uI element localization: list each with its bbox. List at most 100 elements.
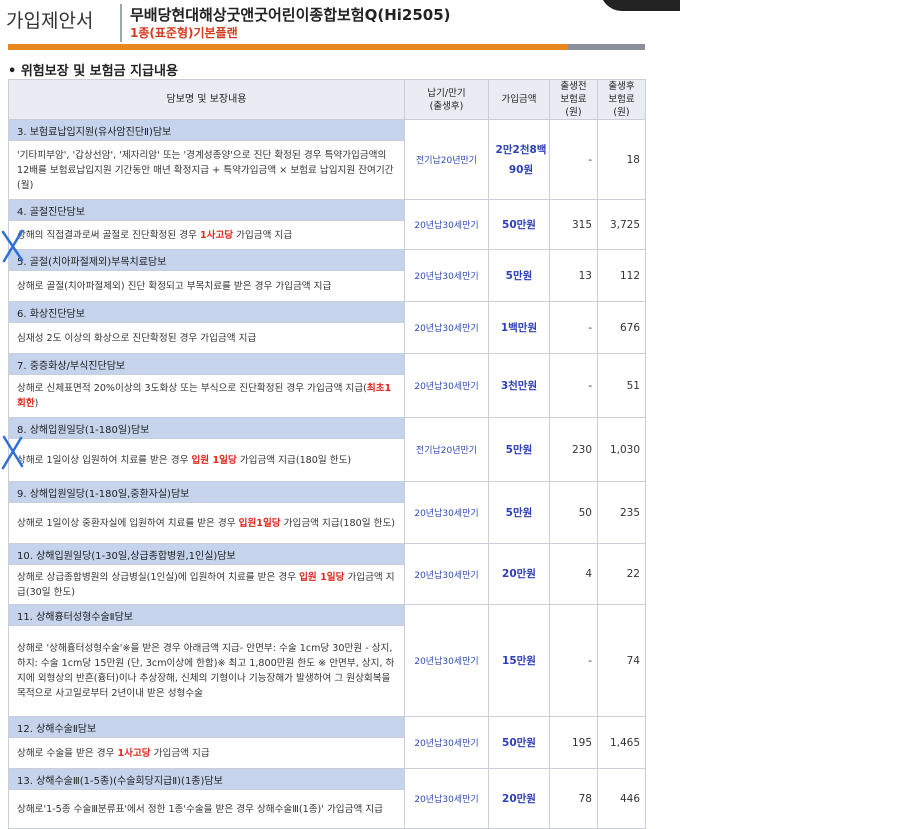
description-text: 상해로 '상해흉터성형수술'※을 받은 경우 아래금액 지급- 안면부: 수술 … xyxy=(17,643,395,699)
prebirth-premium: - xyxy=(549,301,598,354)
coverage-title: 3. 보험료납입지원(유사암진단Ⅱ)담보 xyxy=(8,119,405,141)
document-type-label: 가입제안서 xyxy=(6,10,94,32)
description-text: 가입금액 지급 xyxy=(150,747,210,759)
table-row: 12. 상해수술Ⅱ담보 20년납30세만기 50만원 195 1,465 xyxy=(8,716,646,769)
coverage-amount: 2만2천8백90원 xyxy=(488,119,550,200)
prebirth-premium: 315 xyxy=(549,199,598,250)
table-row: 6. 화상진단담보 20년납30세만기 1백만원 -676 xyxy=(8,301,646,354)
prebirth-premium: - xyxy=(549,119,598,200)
prebirth-premium: - xyxy=(549,353,598,418)
highlight-text: 입원 1일당 xyxy=(191,454,237,466)
description-text: ) xyxy=(34,398,39,409)
description-text: 상해로 1일이상 중환자실에 입원하여 치료를 받은 경우 xyxy=(17,517,239,529)
coverage-amount: 20만원 xyxy=(488,768,550,829)
coverage-period: 20년납30세만기 xyxy=(404,604,489,717)
coverage-title: 6. 화상진단담보 xyxy=(8,301,405,323)
description-text: 상해로'1-5종 수술Ⅲ분류표'에서 정한 1종'수술을 받은 경우 상해수술Ⅲ… xyxy=(17,803,383,815)
table-row: 7. 중증화상/부식진단담보 20년납30세만기 3천만원 -51 xyxy=(8,353,646,418)
coverage-period: 전기납20년만기 xyxy=(404,119,489,200)
table-row: 9. 상해입원일당(1-180일,중환자실)담보 20년납30세만기 5만원 50 23… xyxy=(8,481,646,544)
description-text: '기타피부암', '갑상선암', '제자리암' 또는 '경계성종양'으로 진단 … xyxy=(17,149,394,191)
highlight-text: 1사고당 xyxy=(117,747,151,759)
coverage-title: 12. 상해수술Ⅱ담보 xyxy=(8,716,405,738)
section-title: • 위험보장 및 보험금 지급내용 xyxy=(8,64,178,79)
postbirth-premium: 235 xyxy=(597,481,646,544)
coverage-description: '기타피부암', '갑상선암', '제자리암' 또는 '경계성종양'으로 진단 … xyxy=(8,140,405,200)
coverage-table: 담보명 및 보장내용 납기/만기 (출생후) 가입금액 출생전 보험료(원) 출… xyxy=(8,79,646,829)
postbirth-premium: 112 xyxy=(597,249,646,302)
col-header-postbirth-premium: 출생후 보험료(원) xyxy=(597,79,646,120)
coverage-table-body: 3. 보험료납입지원(유사암진단Ⅱ)담보 전기납20년만기 2만2천8백90원 -18… xyxy=(8,119,646,829)
postbirth-premium: 3,725 xyxy=(597,199,646,250)
coverage-period: 20년납30세만기 xyxy=(404,353,489,418)
prebirth-premium: 13 xyxy=(549,249,598,302)
coverage-amount: 50만원 xyxy=(488,199,550,250)
coverage-title: 11. 상해흉터성형수술Ⅱ담보 xyxy=(8,604,405,626)
coverage-amount: 20만원 xyxy=(488,543,550,605)
postbirth-premium: 446 xyxy=(597,768,646,829)
coverage-period: 20년납30세만기 xyxy=(404,199,489,250)
col-header-period: 납기/만기 (출생후) xyxy=(404,79,489,120)
coverage-amount: 5만원 xyxy=(488,249,550,302)
coverage-period: 20년납30세만기 xyxy=(404,543,489,605)
coverage-title: 7. 중증화상/부식진단담보 xyxy=(8,353,405,375)
header-gray-bar xyxy=(568,44,645,50)
description-text: 상해로 골절(치아파절제외) 진단 확정되고 부목치료를 받은 경우 가입금액 … xyxy=(17,280,332,292)
product-name: 무배당현대해상굿앤굿어린이종합보험Q(Hi2505) xyxy=(130,6,451,24)
postbirth-premium: 1,030 xyxy=(597,417,646,482)
table-row: 10. 상해입원일당(1-30일,상급종합병원,1인실)담보 20년납30세만기 2… xyxy=(8,543,646,605)
coverage-title: 4. 골절진단담보 xyxy=(8,199,405,221)
coverage-amount: 1백만원 xyxy=(488,301,550,354)
description-text: 상해의 직접결과로써 골절로 진단확정된 경우 xyxy=(17,229,200,241)
coverage-title: 13. 상해수술Ⅲ(1-5종)(수술회당지급Ⅱ)(1종)담보 xyxy=(8,768,405,790)
description-text: 상해로 수술을 받은 경우 xyxy=(17,747,118,759)
postbirth-premium: 1,465 xyxy=(597,716,646,769)
coverage-title: 9. 상해입원일당(1-180일,중환자실)담보 xyxy=(8,481,405,503)
coverage-description: 상해로 1일이상 중환자실에 입원하여 치료를 받은 경우 입원1일당 가입금액… xyxy=(8,502,405,544)
coverage-description: 상해로 수술을 받은 경우 1사고당 가입금액 지급 xyxy=(8,737,405,769)
coverage-period: 전기납20년만기 xyxy=(404,417,489,482)
coverage-amount: 5만원 xyxy=(488,417,550,482)
header-divider xyxy=(120,4,122,42)
coverage-period: 20년납30세만기 xyxy=(404,768,489,829)
coverage-description: 상해로 신체표면적 20%이상의 3도화상 또는 부식으로 진단확정된 경우 가… xyxy=(8,374,405,418)
corner-decoration xyxy=(600,0,680,11)
coverage-period: 20년납30세만기 xyxy=(404,249,489,302)
coverage-title: 8. 상해입원일당(1-180일)담보 xyxy=(8,417,405,439)
prebirth-premium: - xyxy=(549,604,598,717)
coverage-amount: 50만원 xyxy=(488,716,550,769)
col-header-amount: 가입금액 xyxy=(488,79,550,120)
coverage-description: 심재성 2도 이상의 화상으로 진단확정된 경우 가입금액 지급 xyxy=(8,322,405,354)
description-text: 심재성 2도 이상의 화상으로 진단확정된 경우 가입금액 지급 xyxy=(17,332,257,344)
coverage-period: 20년납30세만기 xyxy=(404,481,489,544)
coverage-description: 상해로 상급종합병원의 상급병실(1인실)에 입원하여 치료를 받은 경우 입원… xyxy=(8,564,405,605)
postbirth-premium: 18 xyxy=(597,119,646,200)
table-row: 5. 골절(치아파절제외)부목치료담보 20년납30세만기 5만원 13 112 xyxy=(8,249,646,302)
highlight-text: 입원 1일당 xyxy=(299,571,345,583)
description-text: 가입금액 지급 xyxy=(233,229,293,241)
description-text: 상해로 1일이상 입원하여 치료를 받은 경우 xyxy=(17,454,192,466)
table-row: 11. 상해흉터성형수술Ⅱ담보 20년납30세만기 15만원 -74 xyxy=(8,604,646,717)
header-accent-bar xyxy=(8,44,568,50)
description-text: 상해로 신체표면적 20%이상의 3도화상 또는 부식으로 진단확정된 경우 가… xyxy=(17,383,367,394)
description-text: 상해로 상급종합병원의 상급병실(1인실)에 입원하여 치료를 받은 경우 xyxy=(17,571,300,583)
postbirth-premium: 51 xyxy=(597,353,646,418)
table-row: 8. 상해입원일당(1-180일)담보 전기납20년만기 5만원 230 1,030 xyxy=(8,417,646,482)
prebirth-premium: 4 xyxy=(549,543,598,605)
description-text: 가입금액 지급(180일 한도) xyxy=(280,517,396,529)
coverage-description: 상해로'1-5종 수술Ⅲ분류표'에서 정한 1종'수술을 받은 경우 상해수술Ⅲ… xyxy=(8,789,405,829)
table-row: 3. 보험료납입지원(유사암진단Ⅱ)담보 전기납20년만기 2만2천8백90원 -18 xyxy=(8,119,646,200)
col-header-prebirth-premium: 출생전 보험료(원) xyxy=(549,79,598,120)
prebirth-premium: 50 xyxy=(549,481,598,544)
coverage-amount: 5만원 xyxy=(488,481,550,544)
prebirth-premium: 195 xyxy=(549,716,598,769)
postbirth-premium: 676 xyxy=(597,301,646,354)
coverage-period: 20년납30세만기 xyxy=(404,716,489,769)
coverage-title: 10. 상해입원일당(1-30일,상급종합병원,1인실)담보 xyxy=(8,543,405,565)
coverage-title: 5. 골절(치아파절제외)부목치료담보 xyxy=(8,249,405,271)
table-row: 13. 상해수술Ⅲ(1-5종)(수술회당지급Ⅱ)(1종)담보 20년납30세만기 2… xyxy=(8,768,646,829)
amount-text: 2만2천8백90원 xyxy=(495,143,547,176)
coverage-description: 상해로 '상해흉터성형수술'※을 받은 경우 아래금액 지급- 안면부: 수술 … xyxy=(8,625,405,717)
postbirth-premium: 74 xyxy=(597,604,646,717)
document-header: 가입제안서 무배당현대해상굿앤굿어린이종합보험Q(Hi2505) 1종(표준형)… xyxy=(0,0,900,50)
